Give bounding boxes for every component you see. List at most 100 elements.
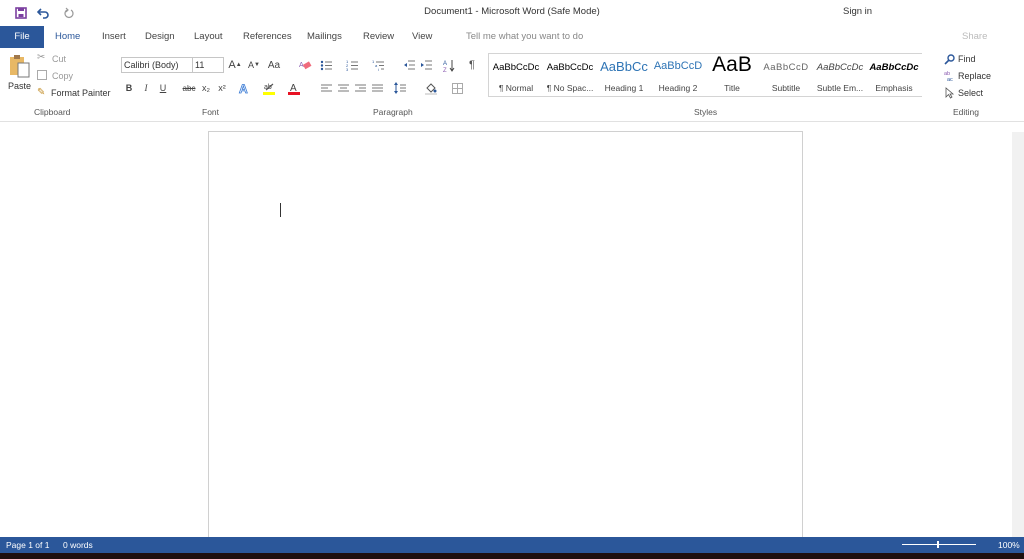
tab-home[interactable]: Home bbox=[55, 26, 80, 48]
format-painter-button[interactable]: ✎ Format Painter bbox=[37, 87, 117, 100]
redo-button[interactable] bbox=[60, 4, 78, 22]
ribbon-home: Paste ✂ Cut Copy ✎ Format Painter Clipbo… bbox=[0, 48, 1024, 122]
align-right-button[interactable] bbox=[352, 80, 368, 96]
style-emphasis[interactable]: AaBbCcDc Emphasis bbox=[867, 54, 921, 98]
svg-text:A: A bbox=[443, 61, 447, 67]
style-title[interactable]: AaB Title bbox=[705, 53, 759, 98]
highlighter-icon: ab bbox=[263, 83, 275, 95]
svg-text:i: i bbox=[378, 67, 379, 71]
zoom-slider-thumb[interactable] bbox=[937, 541, 939, 548]
decrease-indent-button[interactable] bbox=[401, 57, 417, 73]
style-no-spacing[interactable]: AaBbCcDc ¶ No Spac... bbox=[543, 54, 597, 98]
font-color-button[interactable]: A bbox=[286, 80, 302, 96]
svg-text:ac: ac bbox=[947, 77, 953, 82]
tab-review[interactable]: Review bbox=[363, 26, 394, 48]
svg-text:3: 3 bbox=[346, 67, 349, 71]
show-formatting-marks-button[interactable]: ¶ bbox=[464, 57, 480, 73]
cut-button[interactable]: ✂ Cut bbox=[37, 52, 97, 66]
title-bar: Document1 - Microsoft Word (Safe Mode) S… bbox=[0, 0, 1024, 26]
align-left-button[interactable] bbox=[318, 80, 334, 96]
style-name: Emphasis bbox=[875, 83, 913, 93]
change-case-button[interactable]: Aa bbox=[265, 57, 283, 73]
taskbar bbox=[0, 553, 1024, 559]
tab-references[interactable]: References bbox=[243, 26, 292, 48]
underline-button[interactable]: U bbox=[155, 80, 171, 96]
tell-me-search[interactable]: Tell me what you want to do bbox=[466, 26, 583, 48]
replace-button[interactable]: ab ac Replace bbox=[944, 70, 1004, 83]
style-subtitle[interactable]: AaBbCcD Subtitle bbox=[759, 54, 813, 98]
document-canvas bbox=[0, 122, 1024, 551]
paste-button[interactable]: Paste bbox=[6, 54, 34, 94]
style-preview: AaBbCcD bbox=[763, 62, 809, 73]
undo-button[interactable] bbox=[34, 4, 52, 22]
increase-indent-button[interactable] bbox=[418, 57, 434, 73]
copy-button[interactable]: Copy bbox=[37, 70, 97, 83]
style-name: Subtitle bbox=[771, 83, 801, 93]
svg-text:A: A bbox=[239, 82, 248, 94]
tab-layout[interactable]: Layout bbox=[194, 26, 223, 48]
shrink-font-button[interactable]: A ▼ bbox=[246, 57, 262, 73]
justify-icon bbox=[371, 84, 383, 91]
style-name: Heading 1 bbox=[604, 83, 644, 93]
copy-label: Copy bbox=[52, 71, 74, 81]
font-size-select[interactable]: 11 bbox=[192, 57, 224, 73]
font-family-select[interactable]: Calibri (Body) bbox=[121, 57, 193, 73]
replace-icon: abac bbox=[944, 71, 953, 82]
sign-in-link[interactable]: Sign in bbox=[843, 6, 872, 17]
style-preview: AaBbCcDc bbox=[492, 62, 540, 73]
align-center-button[interactable] bbox=[335, 80, 351, 96]
tab-file[interactable]: File bbox=[0, 26, 44, 48]
vertical-scrollbar[interactable] bbox=[1012, 132, 1024, 537]
subscript-button[interactable]: x₂ bbox=[198, 80, 214, 96]
style-preview: AaBbCc bbox=[600, 59, 648, 74]
style-preview: AaBbCcDc bbox=[546, 62, 594, 73]
grow-font-button[interactable]: A ▲ bbox=[227, 57, 243, 73]
multilevel-list-button[interactable]: 1ai bbox=[370, 57, 386, 73]
bullets-button[interactable] bbox=[318, 57, 334, 73]
document-page[interactable] bbox=[208, 131, 803, 551]
text-cursor bbox=[280, 203, 281, 217]
align-center-icon bbox=[337, 84, 349, 91]
superscript-button[interactable]: x² bbox=[214, 80, 230, 96]
shading-button[interactable] bbox=[423, 80, 439, 96]
style-heading-2[interactable]: AaBbCcD Heading 2 bbox=[651, 54, 705, 98]
word-count[interactable]: 0 words bbox=[63, 540, 93, 550]
select-button[interactable]: Select bbox=[944, 87, 1004, 100]
line-spacing-button[interactable] bbox=[392, 80, 408, 96]
strikethrough-button[interactable]: abc bbox=[180, 80, 198, 96]
style-normal[interactable]: AaBbCcDc ¶ Normal bbox=[489, 54, 543, 98]
find-button[interactable]: Find bbox=[944, 53, 1004, 66]
style-name: ¶ Normal bbox=[498, 83, 534, 93]
bullets-icon bbox=[320, 60, 332, 70]
find-label: Find bbox=[958, 54, 976, 64]
bold-button[interactable]: B bbox=[121, 80, 137, 96]
share-button[interactable]: Share bbox=[962, 26, 987, 48]
eraser-icon: A bbox=[299, 61, 311, 70]
highlight-button[interactable]: ab bbox=[261, 80, 277, 96]
text-effects-button[interactable]: A bbox=[236, 80, 252, 96]
grow-font-icon: A bbox=[228, 59, 236, 71]
tab-design[interactable]: Design bbox=[145, 26, 175, 48]
sort-button[interactable]: AZ bbox=[441, 57, 457, 73]
zoom-slider[interactable] bbox=[902, 544, 976, 545]
paste-label: Paste bbox=[8, 81, 32, 91]
tab-view[interactable]: View bbox=[412, 26, 432, 48]
justify-button[interactable] bbox=[369, 80, 385, 96]
cut-label: Cut bbox=[52, 54, 67, 64]
page-count[interactable]: Page 1 of 1 bbox=[6, 540, 49, 550]
tab-mailings[interactable]: Mailings bbox=[307, 26, 342, 48]
save-button[interactable] bbox=[12, 4, 30, 22]
style-heading-1[interactable]: AaBbCc Heading 1 bbox=[597, 54, 651, 98]
tab-insert[interactable]: Insert bbox=[102, 26, 126, 48]
format-painter-label: Format Painter bbox=[51, 88, 111, 98]
redo-icon bbox=[64, 7, 74, 18]
borders-button[interactable] bbox=[449, 80, 465, 96]
numbering-button[interactable]: 123 bbox=[344, 57, 360, 73]
ribbon-tabs: File Home Insert Design Layout Reference… bbox=[0, 26, 1024, 48]
style-subtle-emphasis[interactable]: AaBbCcDc Subtle Em... bbox=[813, 54, 867, 98]
style-name: ¶ No Spac... bbox=[546, 83, 594, 93]
numbering-icon: 123 bbox=[346, 60, 358, 71]
zoom-level[interactable]: 100% bbox=[998, 540, 1020, 550]
italic-button[interactable]: I bbox=[138, 80, 154, 96]
clear-formatting-button[interactable]: A bbox=[297, 57, 313, 73]
